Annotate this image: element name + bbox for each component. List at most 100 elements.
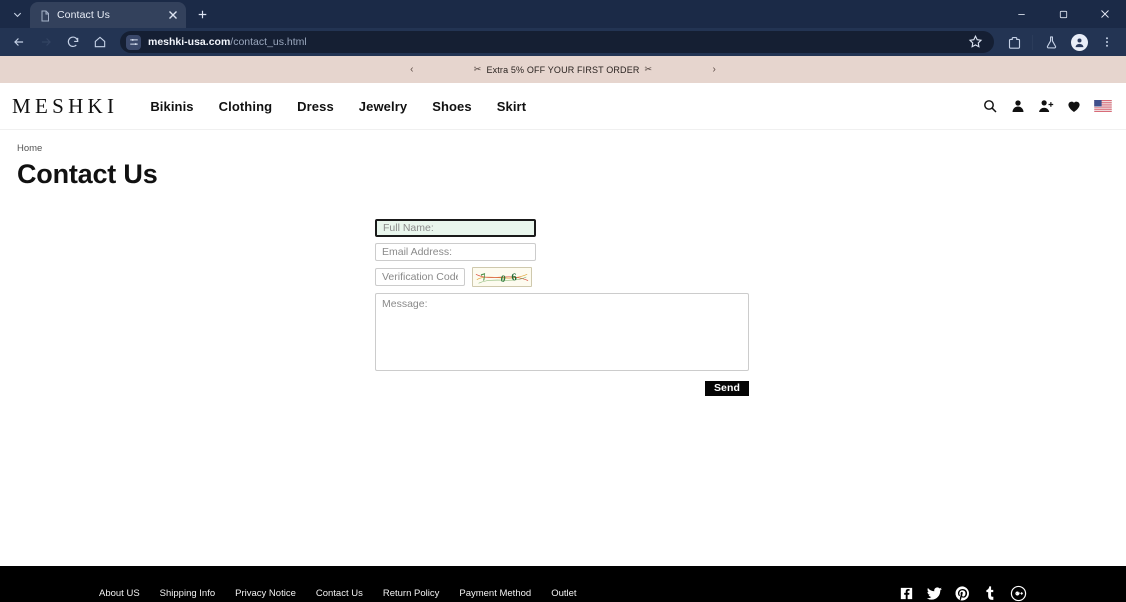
toolbar-actions [1001, 30, 1120, 54]
site-header: MESHKI Bikinis Clothing Dress Jewelry Sh… [0, 83, 1126, 130]
address-bar[interactable]: meshki-usa.com/contact_us.html [120, 31, 994, 53]
three-dot-menu-icon [1106, 37, 1108, 47]
url-domain: meshki-usa.com [148, 36, 231, 48]
submit-row: Send [375, 371, 749, 396]
forward-arrow-icon [41, 38, 51, 46]
footer-link-outlet[interactable]: Outlet [551, 588, 576, 599]
announcement-prev-button[interactable]: ‹ [406, 64, 418, 75]
nav-item-bikinis[interactable]: Bikinis [150, 99, 193, 114]
tab-title: Contact Us [57, 9, 110, 21]
reload-icon [67, 36, 79, 47]
google-plus-icon [1010, 585, 1027, 602]
announcement-content: ‹ ✂ Extra 5% OFF YOUR FIRST ORDER ✂ › [406, 64, 720, 75]
message-textarea[interactable] [375, 293, 749, 371]
labs-button[interactable] [1038, 30, 1064, 54]
sparkle-right-icon: ✂ [644, 64, 653, 74]
email-input[interactable] [375, 243, 536, 261]
nav-item-jewelry[interactable]: Jewelry [359, 99, 407, 114]
site-settings-icon[interactable] [126, 34, 141, 50]
twitter-link[interactable] [926, 585, 943, 602]
nav-item-skirt[interactable]: Skirt [497, 99, 526, 114]
maximize-button[interactable] [1042, 0, 1084, 28]
message-row [375, 293, 1126, 371]
announcement-bar: ‹ ✂ Extra 5% OFF YOUR FIRST ORDER ✂ › [0, 56, 1126, 83]
full-name-input[interactable] [375, 219, 536, 237]
back-button[interactable] [6, 30, 32, 54]
tab-search-button[interactable] [4, 2, 30, 26]
country-selector[interactable] [1094, 100, 1112, 112]
browser-toolbar: meshki-usa.com/contact_us.html [0, 28, 1126, 56]
footer-link-shipping-info[interactable]: Shipping Info [160, 588, 215, 599]
wishlist-button[interactable] [1066, 98, 1082, 114]
maximize-icon [1059, 10, 1067, 18]
nav-item-clothing[interactable]: Clothing [219, 99, 273, 114]
breadcrumb[interactable]: Home [0, 130, 1126, 154]
facebook-icon [900, 587, 913, 600]
site-footer: About US Shipping Info Privacy Notice Co… [0, 566, 1126, 602]
tumblr-link[interactable] [982, 585, 999, 602]
forward-button[interactable] [33, 30, 59, 54]
tab-close-button[interactable] [166, 8, 180, 22]
close-icon [1101, 10, 1109, 18]
footer-link-about-us[interactable]: About US [99, 588, 140, 599]
full-name-row [375, 219, 1126, 243]
profile-button[interactable] [1066, 30, 1092, 54]
page-viewport: ‹ ✂ Extra 5% OFF YOUR FIRST ORDER ✂ › ME… [0, 56, 1126, 602]
bookmark-button[interactable] [968, 34, 984, 50]
register-button[interactable] [1038, 98, 1054, 114]
tab-strip: Contact Us [0, 0, 1126, 28]
star-icon [968, 34, 983, 48]
reload-button[interactable] [60, 30, 86, 54]
chevron-down-icon [13, 12, 21, 17]
profile-avatar-icon [1070, 33, 1088, 51]
new-tab-button[interactable] [189, 1, 215, 27]
pinterest-icon [955, 586, 969, 601]
home-button[interactable] [87, 30, 113, 54]
social-links [898, 585, 1126, 602]
close-window-button[interactable] [1084, 0, 1126, 28]
pinterest-link[interactable] [954, 585, 971, 602]
close-icon [169, 11, 177, 19]
extensions-button[interactable] [1001, 30, 1027, 54]
country-flag-us-icon [1094, 100, 1112, 112]
page-icon [39, 9, 51, 22]
announcement-text: ✂ Extra 5% OFF YOUR FIRST ORDER ✂ [474, 64, 652, 75]
verification-row: 7 0 6 [375, 267, 1126, 287]
announcement-message: Extra 5% OFF YOUR FIRST ORDER [486, 64, 640, 75]
back-arrow-icon [14, 38, 24, 46]
footer-link-return-policy[interactable]: Return Policy [383, 588, 440, 599]
minimize-icon [1017, 13, 1025, 15]
puzzle-icon [1008, 36, 1020, 49]
toolbar-divider [1032, 34, 1033, 50]
main-navigation: Bikinis Clothing Dress Jewelry Shoes Ski… [150, 99, 526, 114]
footer-link-privacy-notice[interactable]: Privacy Notice [235, 588, 296, 599]
browser-tab[interactable]: Contact Us [30, 2, 186, 28]
account-button[interactable] [1010, 98, 1026, 114]
site-logo[interactable]: MESHKI [8, 94, 118, 119]
sparkle-left-icon: ✂ [473, 64, 482, 74]
announcement-next-button[interactable]: › [708, 64, 720, 75]
browser-window: Contact Us meshki-usa.com/contact_us.htm… [0, 0, 1126, 602]
address-bar-url: meshki-usa.com/contact_us.html [148, 36, 307, 48]
nav-item-dress[interactable]: Dress [297, 99, 334, 114]
minimize-button[interactable] [1000, 0, 1042, 28]
browser-menu-button[interactable] [1094, 30, 1120, 54]
url-path: /contact_us.html [230, 36, 307, 48]
wishlist-heart-icon [1068, 101, 1080, 112]
google-plus-link[interactable] [1010, 585, 1027, 602]
register-user-icon [1039, 100, 1054, 112]
account-icon [1012, 100, 1024, 112]
search-button[interactable] [982, 98, 998, 114]
captcha-image[interactable]: 7 0 6 [472, 267, 532, 287]
email-row [375, 243, 1126, 267]
footer-link-contact-us[interactable]: Contact Us [316, 588, 363, 599]
twitter-icon [926, 587, 942, 600]
facebook-link[interactable] [898, 585, 915, 602]
footer-link-payment-method[interactable]: Payment Method [459, 588, 531, 599]
search-icon [984, 100, 997, 113]
verification-code-input[interactable] [375, 268, 465, 286]
nav-item-shoes[interactable]: Shoes [432, 99, 472, 114]
tumblr-icon [986, 586, 994, 600]
send-button[interactable]: Send [705, 381, 749, 396]
page-title: Contact Us [17, 159, 158, 189]
